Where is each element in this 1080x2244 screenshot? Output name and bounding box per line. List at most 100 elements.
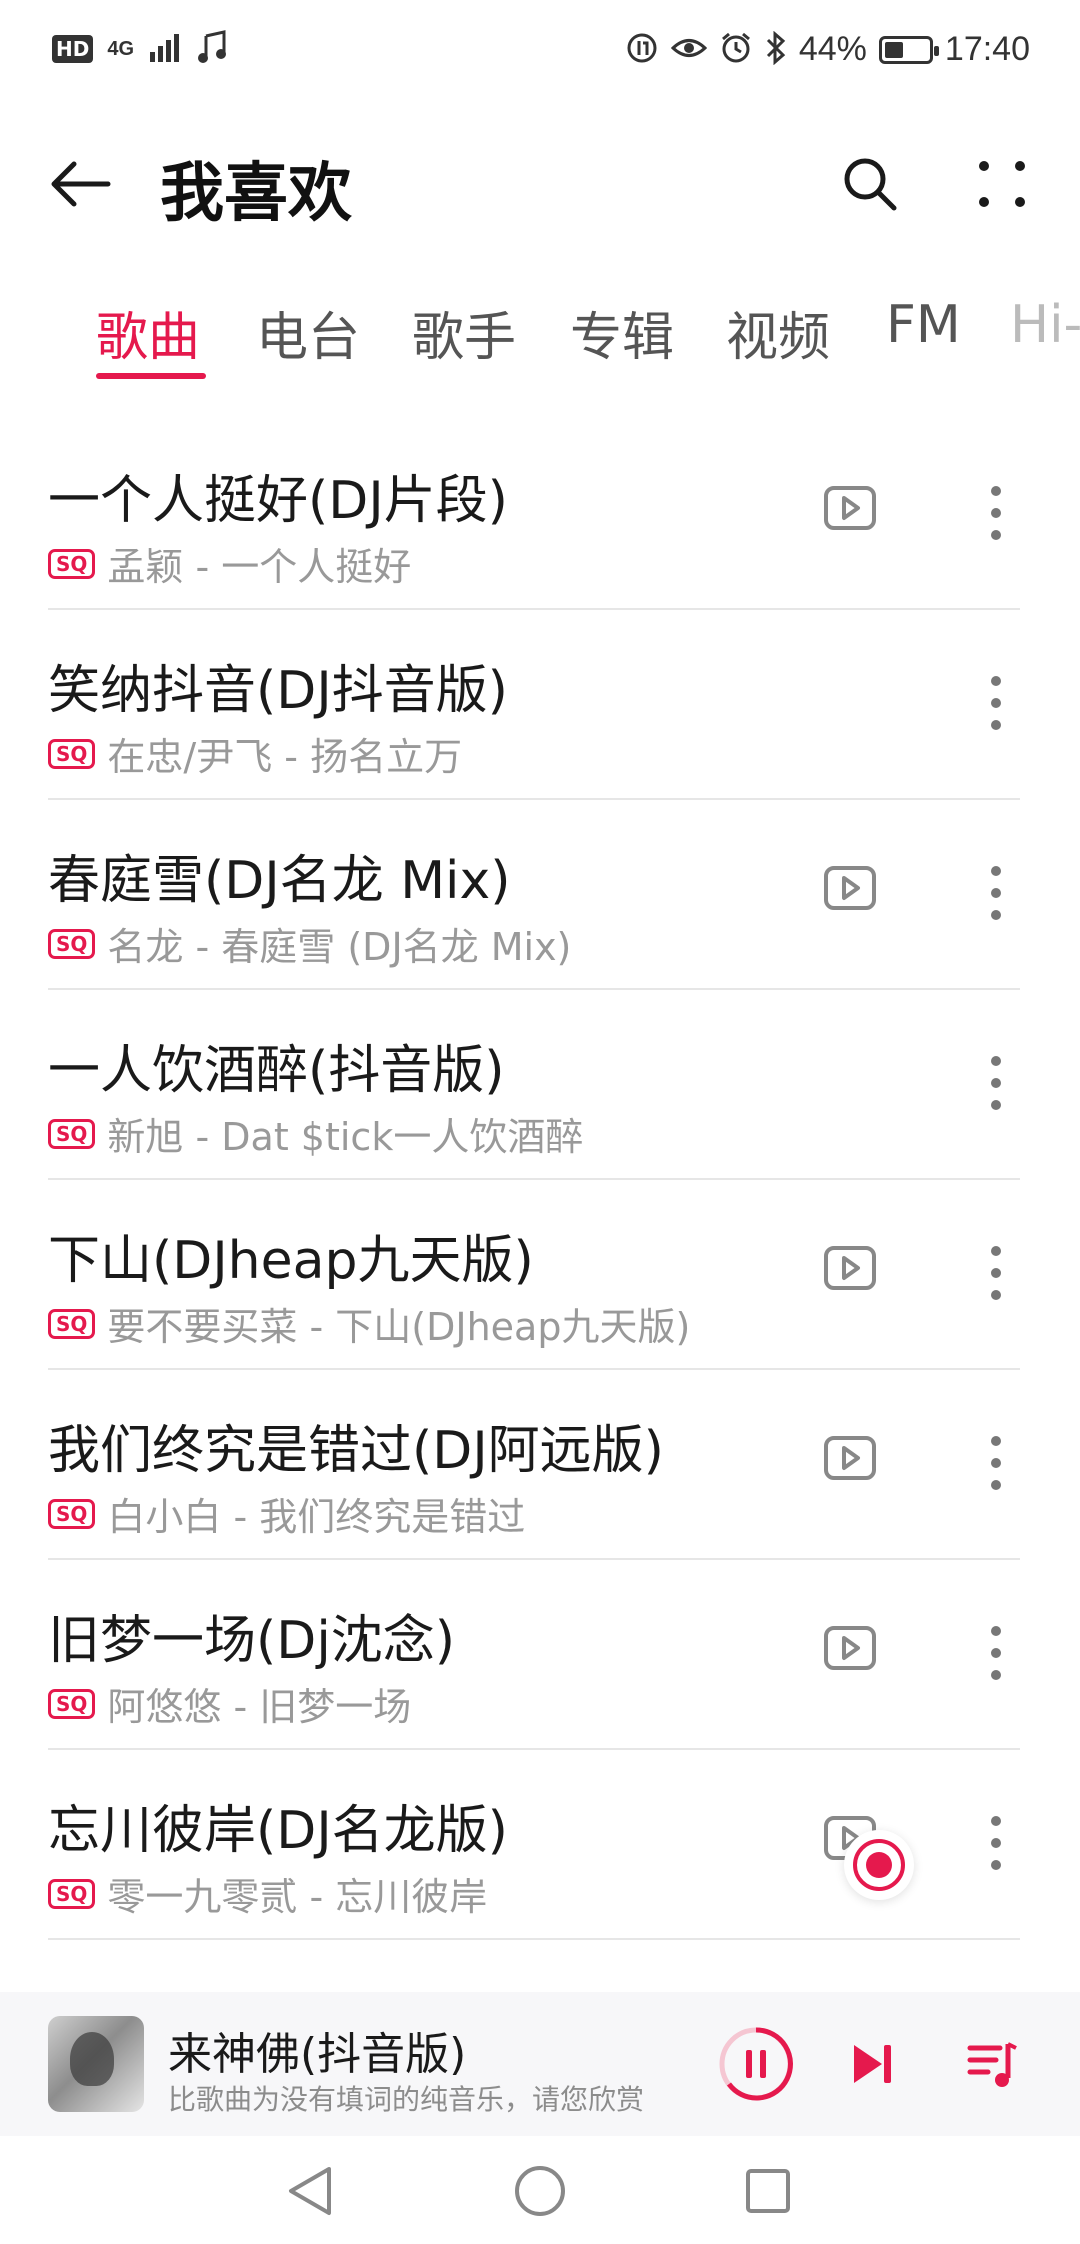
status-bar: HD 4G 44% 17:40	[0, 0, 1080, 96]
song-row[interactable]: 一个人挺好(DJ片段) SQ 孟颖 - 一个人挺好	[0, 420, 1080, 610]
vertical-dots-icon	[991, 1816, 1001, 1870]
song-subtitle: SQ 零一九零贰 - 忘川彼岸	[48, 1866, 487, 1921]
page-title: 我喜欢	[160, 157, 352, 231]
song-more-button[interactable]	[966, 1618, 1026, 1688]
category-tabs: 歌曲 电台 歌手 专辑 视频 FM Hi-	[0, 285, 1080, 395]
tab-hifi[interactable]: Hi-	[1010, 295, 1080, 355]
more-options-button[interactable]	[962, 144, 1042, 224]
song-artist-album: 要不要买菜 - 下山(DJheap九天版)	[107, 1305, 691, 1349]
song-more-button[interactable]	[966, 1048, 1026, 1118]
song-row[interactable]: 笑纳抖音(DJ抖音版) SQ 在忠/尹飞 - 扬名立万	[0, 610, 1080, 800]
four-dots-icon	[979, 161, 1025, 207]
locate-playing-button[interactable]	[844, 1830, 914, 1900]
alarm-icon	[719, 31, 753, 69]
sq-quality-badge: SQ	[48, 1498, 96, 1529]
battery-icon	[878, 35, 939, 64]
pause-button[interactable]	[716, 2024, 796, 2104]
tab-fm[interactable]: FM	[886, 295, 961, 355]
song-more-button[interactable]	[966, 1238, 1026, 1308]
song-more-button[interactable]	[966, 1808, 1026, 1878]
search-button[interactable]	[830, 144, 910, 224]
triangle-back-icon	[289, 2167, 331, 2215]
song-row[interactable]: 旧梦一场(Dj沈念) SQ 阿悠悠 - 旧梦一场	[0, 1560, 1080, 1750]
back-button[interactable]	[40, 144, 120, 224]
next-track-button[interactable]	[836, 2028, 908, 2100]
song-more-button[interactable]	[966, 478, 1026, 548]
sq-quality-badge: SQ	[48, 548, 96, 579]
vertical-dots-icon	[991, 486, 1001, 540]
song-more-button[interactable]	[966, 1428, 1026, 1498]
song-artist-album: 孟颖 - 一个人挺好	[107, 545, 412, 589]
sq-quality-badge: SQ	[48, 1308, 96, 1339]
tab-songs[interactable]: 歌曲	[96, 295, 200, 370]
signal-icon	[148, 32, 184, 66]
data-saver-icon	[625, 31, 659, 69]
song-subtitle: SQ 孟颖 - 一个人挺好	[48, 536, 411, 591]
tab-artists[interactable]: 歌手	[412, 295, 516, 370]
mv-button[interactable]	[820, 1618, 880, 1678]
search-icon	[844, 158, 897, 211]
song-subtitle: SQ 新旭 - Dat $tick一人饮酒醉	[48, 1106, 583, 1161]
now-playing-subtitle: 比歌曲为没有填词的纯音乐，请您欣赏	[168, 2083, 645, 2116]
mv-button[interactable]	[820, 478, 880, 538]
song-subtitle: SQ 要不要买菜 - 下山(DJheap九天版)	[48, 1296, 690, 1351]
battery-fill	[884, 41, 903, 58]
song-title: 春庭雪(DJ名龙 Mix)	[48, 851, 511, 911]
mv-button[interactable]	[820, 1428, 880, 1488]
tab-radio[interactable]: 电台	[256, 295, 360, 370]
sq-quality-badge: SQ	[48, 738, 96, 769]
nav-recents-button[interactable]	[728, 2156, 808, 2226]
video-play-icon	[824, 1436, 876, 1480]
song-subtitle: SQ 在忠/尹飞 - 扬名立万	[48, 726, 462, 781]
mv-button[interactable]	[820, 1238, 880, 1298]
video-play-icon	[824, 866, 876, 910]
arrow-left-icon	[51, 161, 111, 207]
song-artist-album: 阿悠悠 - 旧梦一场	[107, 1685, 412, 1729]
vertical-dots-icon	[991, 1056, 1001, 1110]
sq-quality-badge: SQ	[48, 1878, 96, 1909]
song-row[interactable]: 我们终究是错过(DJ阿远版) SQ 白小白 - 我们终究是错过	[0, 1370, 1080, 1560]
tab-videos[interactable]: 视频	[726, 295, 830, 370]
song-subtitle: SQ 名龙 - 春庭雪 (DJ名龙 Mix)	[48, 916, 571, 971]
circle-home-icon	[515, 2166, 565, 2216]
vertical-dots-icon	[991, 866, 1001, 920]
playlist-button[interactable]	[956, 2028, 1028, 2100]
skip-next-icon	[854, 2045, 891, 2083]
music-note-icon	[198, 30, 228, 68]
sq-quality-badge: SQ	[48, 1688, 96, 1719]
nav-back-button[interactable]	[270, 2156, 350, 2226]
song-row[interactable]: 春庭雪(DJ名龙 Mix) SQ 名龙 - 春庭雪 (DJ名龙 Mix)	[0, 800, 1080, 990]
vertical-dots-icon	[991, 1626, 1001, 1680]
song-artist-album: 新旭 - Dat $tick一人饮酒醉	[107, 1115, 584, 1159]
video-play-icon	[824, 486, 876, 530]
song-subtitle: SQ 白小白 - 我们终究是错过	[48, 1486, 525, 1541]
song-title: 忘川彼岸(DJ名龙版)	[48, 1801, 508, 1861]
song-row[interactable]: 下山(DJheap九天版) SQ 要不要买菜 - 下山(DJheap九天版)	[0, 1180, 1080, 1370]
song-subtitle: SQ 阿悠悠 - 旧梦一场	[48, 1676, 411, 1731]
header: 我喜欢	[0, 120, 1080, 250]
song-title: 一人饮酒醉(抖音版)	[48, 1041, 505, 1101]
song-more-button[interactable]	[966, 858, 1026, 928]
battery-percent: 44%	[798, 30, 867, 68]
mini-player[interactable]: 来神佛(抖音版) 比歌曲为没有填词的纯音乐，请您欣赏	[0, 1992, 1080, 2136]
nav-home-button[interactable]	[500, 2156, 580, 2226]
system-nav-bar	[0, 2136, 1080, 2244]
clock: 17:40	[944, 30, 1030, 68]
song-row[interactable]: 一人饮酒醉(抖音版) SQ 新旭 - Dat $tick一人饮酒醉	[0, 990, 1080, 1180]
song-artist-album: 白小白 - 我们终究是错过	[107, 1495, 526, 1539]
active-tab-indicator	[96, 373, 206, 379]
network-type: 4G	[107, 37, 135, 60]
song-row[interactable]: 忘川彼岸(DJ名龙版) SQ 零一九零贰 - 忘川彼岸	[0, 1750, 1080, 1940]
song-artist-album: 在忠/尹飞 - 扬名立万	[107, 735, 463, 779]
playlist-icon	[967, 2042, 1017, 2087]
now-playing-title: 来神佛(抖音版)	[168, 2029, 467, 2080]
mv-button[interactable]	[820, 858, 880, 918]
square-recents-icon	[746, 2169, 790, 2213]
song-title: 笑纳抖音(DJ抖音版)	[48, 661, 508, 721]
video-play-icon	[824, 1626, 876, 1670]
album-cover[interactable]	[48, 2016, 144, 2112]
song-title: 一个人挺好(DJ片段)	[48, 471, 508, 531]
tab-albums[interactable]: 专辑	[570, 295, 674, 370]
vertical-dots-icon	[991, 676, 1001, 730]
song-more-button[interactable]	[966, 668, 1026, 738]
